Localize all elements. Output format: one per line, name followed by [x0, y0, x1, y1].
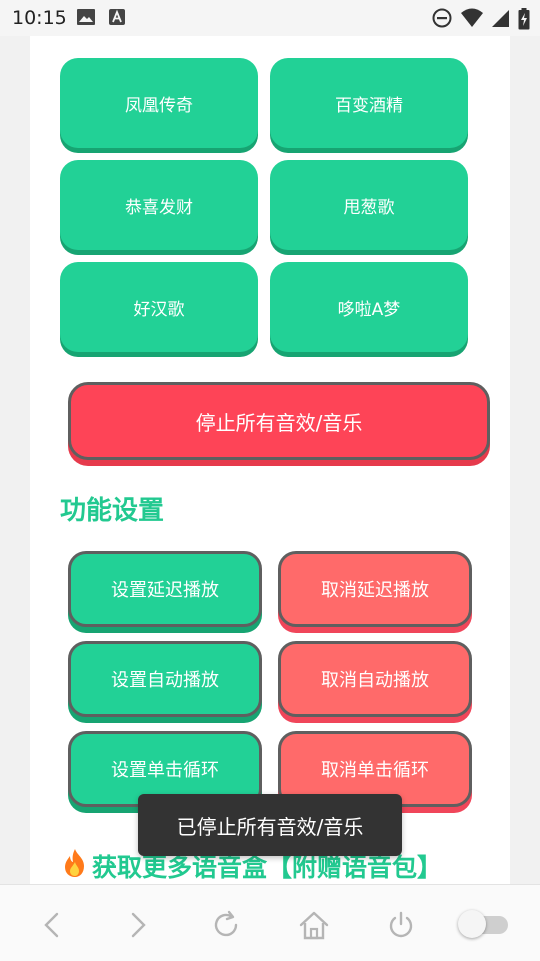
browser-toolbar	[0, 884, 540, 961]
image-icon	[76, 8, 96, 30]
do-not-disturb-icon	[432, 8, 452, 32]
power-icon[interactable]	[381, 905, 421, 945]
cancel-delay-play-button[interactable]: 取消延迟播放	[278, 551, 472, 627]
song-button-2[interactable]: 百变酒精	[270, 58, 468, 148]
forward-arrow-icon[interactable]	[118, 905, 158, 945]
status-bar: 10:15	[0, 0, 540, 36]
toast-message: 已停止所有音效/音乐	[138, 794, 402, 856]
wifi-icon	[460, 8, 484, 32]
song-button-4[interactable]: 甩葱歌	[270, 160, 468, 250]
font-app-icon	[108, 8, 126, 30]
song-button-3[interactable]: 恭喜发财	[60, 160, 258, 250]
fire-icon	[62, 848, 88, 884]
song-button-5[interactable]: 好汉歌	[60, 262, 258, 352]
home-icon[interactable]	[294, 905, 334, 945]
refresh-icon[interactable]	[206, 905, 246, 945]
back-arrow-icon[interactable]	[32, 905, 72, 945]
stop-all-button[interactable]: 停止所有音效/音乐	[68, 382, 490, 460]
battery-charging-icon	[518, 8, 530, 34]
toggle-switch[interactable]	[458, 909, 508, 939]
signal-icon	[490, 8, 510, 32]
song-button-6[interactable]: 哆啦A梦	[270, 262, 468, 352]
content-card: 凤凰传奇 百变酒精 恭喜发财 甩葱歌 好汉歌 哆啦A梦 停止所有音效/音乐 功能…	[30, 36, 510, 884]
set-delay-play-button[interactable]: 设置延迟播放	[68, 551, 262, 627]
status-time: 10:15	[12, 7, 67, 29]
set-auto-play-button[interactable]: 设置自动播放	[68, 641, 262, 717]
toggle-knob	[458, 910, 486, 938]
song-button-1[interactable]: 凤凰传奇	[60, 58, 258, 148]
cancel-auto-play-button[interactable]: 取消自动播放	[278, 641, 472, 717]
section-title: 功能设置	[60, 496, 165, 526]
